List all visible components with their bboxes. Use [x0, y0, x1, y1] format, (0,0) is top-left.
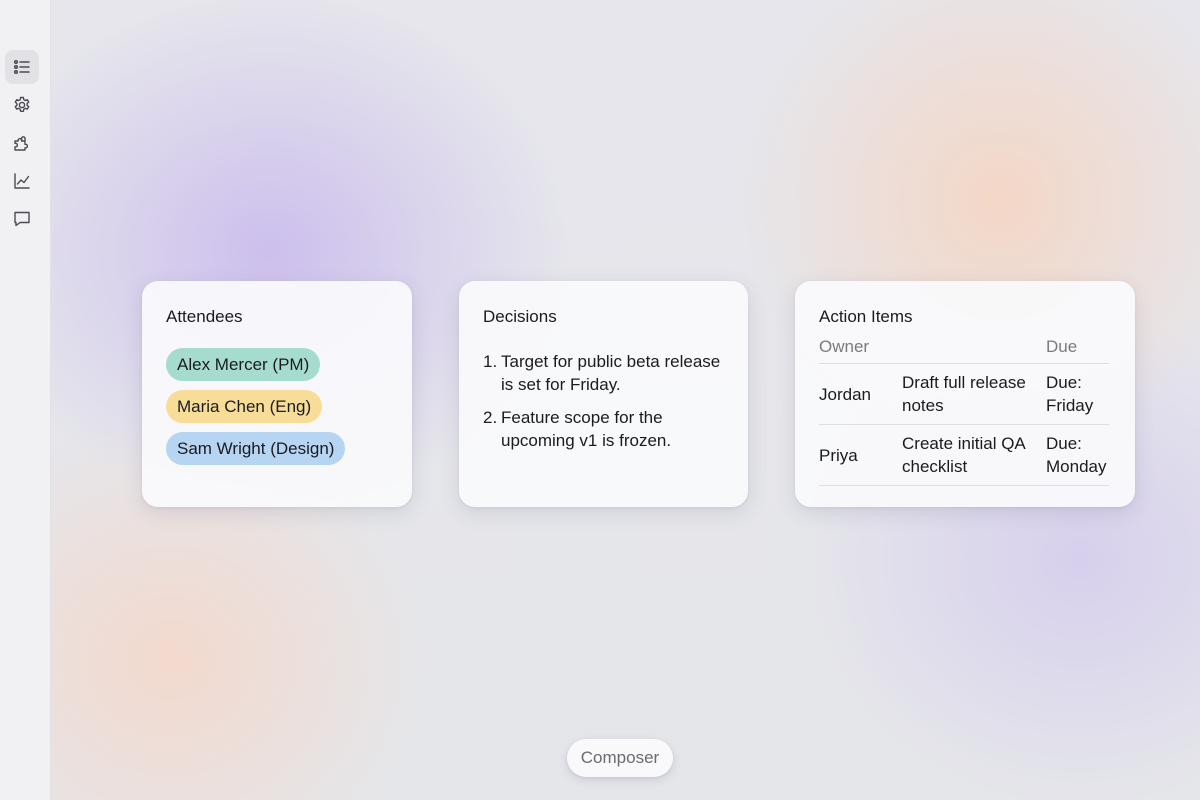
attendee-chips: Alex Mercer (PM) Maria Chen (Eng) Sam Wr… — [166, 348, 388, 474]
table-row[interactable]: Jordan Draft full release notes Due: Fri… — [819, 363, 1109, 425]
decisions-card: Decisions 1. Target for public beta rele… — [459, 281, 748, 507]
cell-task: Draft full release notes — [902, 363, 1046, 425]
decision-number: 2. — [483, 408, 498, 427]
column-header-task — [902, 337, 1046, 364]
cell-due: Due: Monday — [1046, 424, 1109, 486]
puzzle-icon — [14, 136, 29, 151]
sidebar-item-plugins[interactable] — [5, 126, 39, 160]
gear-icon — [14, 96, 30, 112]
decision-list: 1. Target for public beta release is set… — [483, 350, 724, 452]
attendee-chip[interactable]: Maria Chen (Eng) — [166, 390, 323, 423]
chat-icon — [14, 211, 30, 227]
table-row[interactable]: Priya Create initial QA checklist Due: M… — [819, 424, 1109, 486]
decision-number: 1. — [483, 352, 498, 371]
sidebar-item-settings[interactable] — [5, 88, 39, 122]
list-icon — [13, 59, 30, 75]
cell-due: Due: Friday — [1046, 363, 1109, 425]
attendees-title: Attendees — [166, 307, 243, 326]
column-header-due: Due — [1046, 337, 1109, 364]
cell-owner: Jordan — [819, 363, 902, 425]
column-header-owner: Owner — [819, 337, 902, 364]
attendee-chip[interactable]: Sam Wright (Design) — [166, 432, 346, 465]
sidebar-item-list[interactable] — [5, 50, 39, 84]
list-item: 1. Target for public beta release is set… — [483, 350, 724, 396]
composer-button[interactable]: Composer — [567, 739, 673, 777]
action-items-title: Action Items — [819, 307, 913, 326]
cell-task: Create initial QA checklist — [902, 424, 1046, 486]
attendees-card: Attendees Alex Mercer (PM) Maria Chen (E… — [142, 281, 412, 507]
action-items-table: Owner Due Jordan Draft full release note… — [819, 337, 1109, 486]
sidebar-item-chat[interactable] — [5, 202, 39, 236]
cell-owner: Priya — [819, 424, 902, 486]
decision-text: Feature scope for the upcoming v1 is fro… — [501, 408, 672, 450]
chart-icon — [14, 173, 30, 189]
list-item: 2. Feature scope for the upcoming v1 is … — [483, 406, 724, 452]
decisions-title: Decisions — [483, 307, 557, 326]
action-items-card: Action Items Owner Due Jordan Draft full… — [795, 281, 1135, 507]
decision-text: Target for public beta release is set fo… — [501, 352, 721, 394]
table-header-row: Owner Due — [819, 337, 1109, 364]
attendee-chip[interactable]: Alex Mercer (PM) — [166, 348, 321, 381]
sidebar-item-analytics[interactable] — [5, 164, 39, 198]
sidebar — [0, 0, 51, 800]
